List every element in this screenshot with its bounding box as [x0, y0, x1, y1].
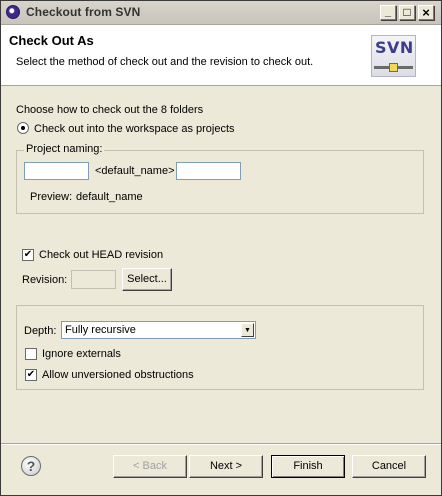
project-naming-group: [16, 150, 424, 214]
head-revision-checkbox[interactable]: ✔: [22, 249, 34, 261]
ignore-externals-checkbox[interactable]: [25, 348, 37, 360]
project-naming-label: Project naming:: [24, 143, 105, 155]
allow-unversioned-checkbox[interactable]: ✔: [25, 369, 37, 381]
back-button[interactable]: < Back: [113, 455, 187, 478]
depth-select[interactable]: Fully recursive ▼: [61, 321, 256, 339]
eclipse-icon: [6, 5, 20, 19]
depth-label: Depth:: [24, 325, 57, 337]
radio-selected-dot: [21, 126, 25, 130]
finish-button[interactable]: Finish: [271, 455, 345, 478]
revision-input[interactable]: [71, 270, 116, 289]
head-revision-label[interactable]: Check out HEAD revision: [39, 249, 163, 261]
ignore-externals-label[interactable]: Ignore externals: [42, 348, 121, 360]
preview-value: default_name: [76, 191, 143, 203]
minimize-button[interactable]: _: [380, 5, 396, 20]
page-description: Select the method of check out and the r…: [16, 56, 314, 68]
svn-logo-knob: [389, 63, 398, 72]
cancel-button[interactable]: Cancel: [352, 455, 426, 478]
dropdown-arrow-icon[interactable]: ▼: [241, 323, 254, 337]
preview-label: Preview:: [30, 191, 73, 203]
page-title: Check Out As: [9, 33, 94, 48]
maximize-button[interactable]: □: [399, 5, 415, 20]
select-revision-button[interactable]: Select...: [122, 268, 172, 291]
window-title: Checkout from SVN: [26, 5, 141, 19]
close-button[interactable]: ×: [418, 5, 434, 20]
project-suffix-input[interactable]: [176, 162, 241, 180]
default-name-placeholder-text: <default_name>: [95, 165, 175, 177]
help-icon[interactable]: ?: [21, 456, 41, 476]
workspace-projects-label[interactable]: Check out into the workspace as projects: [34, 123, 235, 135]
button-bar-separator: [1, 443, 441, 445]
svn-logo-text: SVN: [375, 38, 414, 57]
allow-unversioned-label[interactable]: Allow unversioned obstructions: [42, 369, 194, 381]
revision-label: Revision:: [22, 274, 68, 286]
next-button[interactable]: Next >: [189, 455, 263, 478]
depth-selected-value: Fully recursive: [65, 324, 136, 336]
checkout-method-heading: Choose how to check out the 8 folders: [16, 104, 204, 116]
project-prefix-input[interactable]: [24, 162, 89, 180]
workspace-projects-radio[interactable]: [17, 122, 29, 134]
